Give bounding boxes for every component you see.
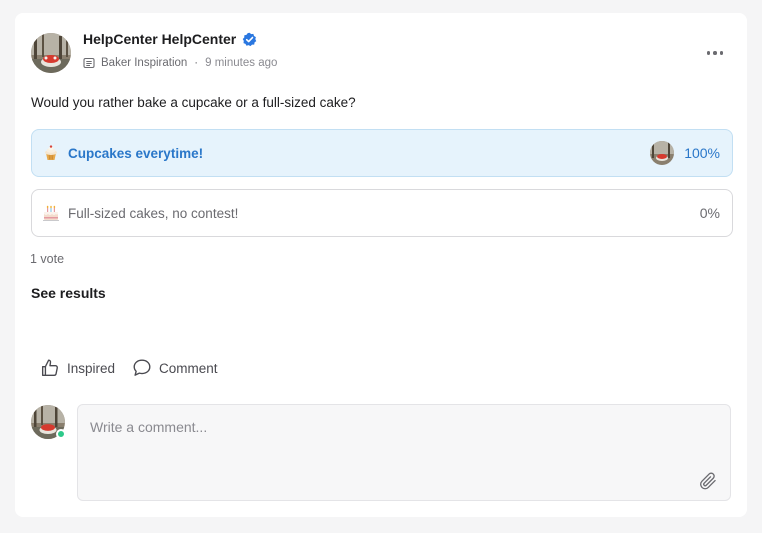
inspired-label: Inspired xyxy=(67,360,116,376)
author-name[interactable]: HelpCenter HelpCenter xyxy=(83,31,257,47)
comment-input[interactable] xyxy=(78,405,730,500)
online-status-indicator xyxy=(56,429,66,439)
poll-option-label: Full-sized cakes, no contest! xyxy=(68,205,239,221)
birthday-cake-icon xyxy=(42,204,60,222)
see-results-link[interactable]: See results xyxy=(31,285,106,301)
comment-label: Comment xyxy=(159,360,218,376)
inspired-button[interactable]: Inspired xyxy=(39,357,115,379)
more-options-button[interactable] xyxy=(703,45,727,61)
vote-count: 1 vote xyxy=(30,252,65,266)
post-timestamp[interactable]: 9 minutes ago xyxy=(205,57,277,69)
poll-option-label: Cupcakes everytime! xyxy=(68,145,204,161)
space-link[interactable]: Baker Inspiration xyxy=(101,57,187,69)
paperclip-icon[interactable] xyxy=(698,471,718,491)
post-actions: Inspired Comment xyxy=(39,357,218,379)
post-meta: Baker Inspiration · 9 minutes ago xyxy=(83,57,277,69)
comment-bubble-icon xyxy=(133,359,151,376)
more-dot-icon xyxy=(706,51,711,55)
post-card: HelpCenter HelpCenter Baker Inspiration … xyxy=(15,13,747,517)
voter-avatar xyxy=(650,141,675,165)
poll-option-cupcakes[interactable]: Cupcakes everytime! 100% xyxy=(31,129,733,177)
poll-question: Would you rather bake a cupcake or a ful… xyxy=(31,95,356,110)
poll-option-percent: 0% xyxy=(699,205,720,221)
verified-badge-icon xyxy=(243,32,257,46)
comment-composer[interactable] xyxy=(77,404,731,501)
space-icon xyxy=(83,57,95,69)
comment-button[interactable]: Comment xyxy=(131,357,218,379)
meta-separator: · xyxy=(194,57,199,69)
poll-option-percent: 100% xyxy=(684,145,720,161)
author-name-text[interactable]: HelpCenter HelpCenter xyxy=(83,31,236,47)
more-dot-icon xyxy=(719,51,724,55)
poll-option-full-sized-cakes[interactable]: Full-sized cakes, no contest! 0% xyxy=(31,189,733,237)
more-dot-icon xyxy=(713,51,717,55)
cupcake-icon xyxy=(42,144,60,162)
current-user-avatar[interactable] xyxy=(31,405,66,439)
thumbs-up-icon xyxy=(41,359,58,377)
author-avatar[interactable] xyxy=(31,33,71,73)
